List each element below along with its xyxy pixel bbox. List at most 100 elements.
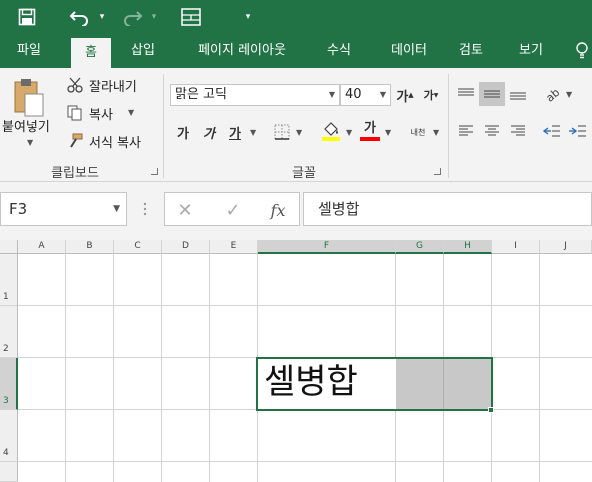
row-number: 2 (3, 344, 9, 354)
gridline (113, 254, 114, 482)
align-center-icon[interactable] (481, 120, 503, 142)
phonetic-dropdown-icon[interactable]: ▼ (433, 128, 439, 137)
font-color-button[interactable]: 가 (359, 120, 381, 142)
group-divider (163, 74, 164, 178)
name-box[interactable]: F3 ▼ (0, 192, 127, 226)
row-header-selected[interactable]: 3 (0, 358, 18, 410)
underline-button[interactable]: 가 (226, 122, 244, 142)
borders-dropdown-icon[interactable]: ▼ (296, 128, 302, 137)
name-box-dropdown-icon[interactable]: ▼ (113, 193, 120, 225)
grow-font-button[interactable]: 가 ▲ (396, 86, 414, 105)
font-size-combo[interactable]: 40 ▼ (340, 84, 391, 106)
font-name-dropdown-icon[interactable]: ▼ (329, 85, 335, 105)
cancel-icon[interactable]: ✕ (173, 198, 197, 222)
borders-icon[interactable] (272, 122, 292, 142)
tab-home[interactable]: 홈 (71, 38, 111, 68)
column-header[interactable]: E (210, 240, 258, 254)
tab-page-layout[interactable]: 페이지 레이아웃 (180, 34, 304, 68)
formula-input[interactable]: 셀병합 (303, 192, 592, 226)
insert-function-icon[interactable]: fx (265, 198, 291, 222)
shrink-font-button[interactable]: 가 ▼ (422, 86, 440, 104)
underline-dropdown-icon[interactable]: ▼ (250, 128, 256, 137)
shrink-font-label: 가 (423, 89, 434, 102)
redo-dropdown-icon[interactable]: ▾ (147, 0, 161, 34)
column-header[interactable]: J (540, 240, 592, 254)
align-right-icon[interactable] (507, 120, 529, 142)
tab-formulas[interactable]: 수식 (316, 34, 362, 68)
orientation-icon[interactable]: ab (541, 82, 563, 106)
scissors-icon[interactable] (66, 76, 84, 94)
italic-button[interactable]: 가 (200, 122, 218, 142)
font-launcher-icon[interactable] (434, 168, 441, 175)
name-box-value: F3 (9, 200, 28, 218)
form-icon[interactable] (178, 0, 204, 34)
align-middle-icon[interactable] (479, 82, 505, 106)
cut-label[interactable]: 잘라내기 (89, 76, 137, 95)
customize-icon[interactable]: ▾ (240, 0, 256, 34)
orientation-dropdown-icon[interactable]: ▼ (566, 90, 572, 99)
align-left-icon[interactable] (455, 120, 477, 142)
increase-indent-icon[interactable] (566, 120, 588, 142)
font-name-value: 맑은 고딕 (175, 87, 227, 102)
bold-button[interactable]: 가 (174, 122, 192, 142)
row-number: 1 (3, 292, 9, 302)
row-header[interactable]: 1 (0, 254, 18, 306)
gridline (161, 254, 162, 482)
group-divider-2 (448, 74, 449, 178)
selection-border (256, 357, 493, 411)
font-color-swatch (360, 137, 380, 141)
column-header[interactable]: I (492, 240, 540, 254)
format-painter-label[interactable]: 서식 복사 (89, 132, 141, 151)
tab-insert[interactable]: 삽입 (120, 34, 166, 68)
tab-file[interactable]: 파일 (2, 34, 56, 68)
lightbulb-icon[interactable] (572, 34, 592, 68)
phonetic-button[interactable]: 내천 (406, 122, 430, 142)
tab-view[interactable]: 보기 (508, 34, 554, 68)
row-number: 3 (3, 396, 9, 406)
gridline (209, 254, 210, 482)
copy-dropdown-icon[interactable]: ▼ (128, 108, 134, 117)
paste-dropdown-icon[interactable]: ▼ (27, 138, 33, 147)
font-group-label: 글꼴 (292, 166, 316, 181)
tab-data[interactable]: 데이터 (378, 34, 440, 68)
font-color-dropdown-icon[interactable]: ▼ (385, 128, 391, 137)
row-header[interactable] (0, 462, 18, 482)
column-header[interactable]: B (66, 240, 114, 254)
paste-icon[interactable] (8, 74, 48, 120)
align-top-icon[interactable] (455, 82, 477, 106)
worksheet-grid[interactable]: A B C D E F G H I J 1 2 3 4 셀병합 (0, 240, 592, 482)
ribbon-tabs: 파일 홈 삽입 페이지 레이아웃 수식 데이터 검토 보기 (0, 34, 592, 68)
format-painter-icon[interactable] (66, 132, 84, 150)
fill-color-dropdown-icon[interactable]: ▼ (346, 128, 352, 137)
tab-review[interactable]: 검토 (448, 34, 494, 68)
font-name-combo[interactable]: 맑은 고딕 ▼ (170, 84, 340, 106)
row-header[interactable]: 2 (0, 306, 18, 358)
column-header[interactable]: D (162, 240, 210, 254)
font-size-dropdown-icon[interactable]: ▼ (380, 85, 386, 105)
column-header-selected[interactable]: G (396, 240, 444, 254)
save-icon[interactable] (14, 0, 40, 34)
fill-color-icon[interactable] (320, 120, 342, 142)
column-header[interactable]: A (18, 240, 66, 254)
paste-label[interactable]: 붙여넣기 (2, 116, 50, 135)
column-header-selected[interactable]: H (444, 240, 492, 254)
gridline (18, 461, 592, 462)
column-header-selected[interactable]: F (258, 240, 396, 254)
redo-icon[interactable] (118, 0, 146, 34)
undo-icon[interactable] (66, 0, 94, 34)
copy-label[interactable]: 복사 (89, 104, 113, 123)
enter-icon[interactable]: ✓ (221, 198, 245, 222)
font-color-label: 가 (364, 121, 376, 136)
select-all-corner[interactable] (0, 240, 18, 254)
row-header[interactable]: 4 (0, 410, 18, 462)
copy-icon[interactable] (66, 104, 84, 122)
formula-bar-grip-icon[interactable] (143, 200, 147, 218)
decrease-indent-icon[interactable] (541, 120, 563, 142)
gridline (539, 254, 540, 482)
fill-handle[interactable] (488, 407, 494, 413)
clipboard-launcher-icon[interactable] (151, 168, 158, 175)
column-header[interactable]: C (114, 240, 162, 254)
undo-dropdown-icon[interactable]: ▾ (95, 0, 109, 34)
formula-bar: F3 ▼ ✕ ✓ fx 셀병합 (0, 182, 592, 240)
align-bottom-icon[interactable] (507, 82, 529, 106)
